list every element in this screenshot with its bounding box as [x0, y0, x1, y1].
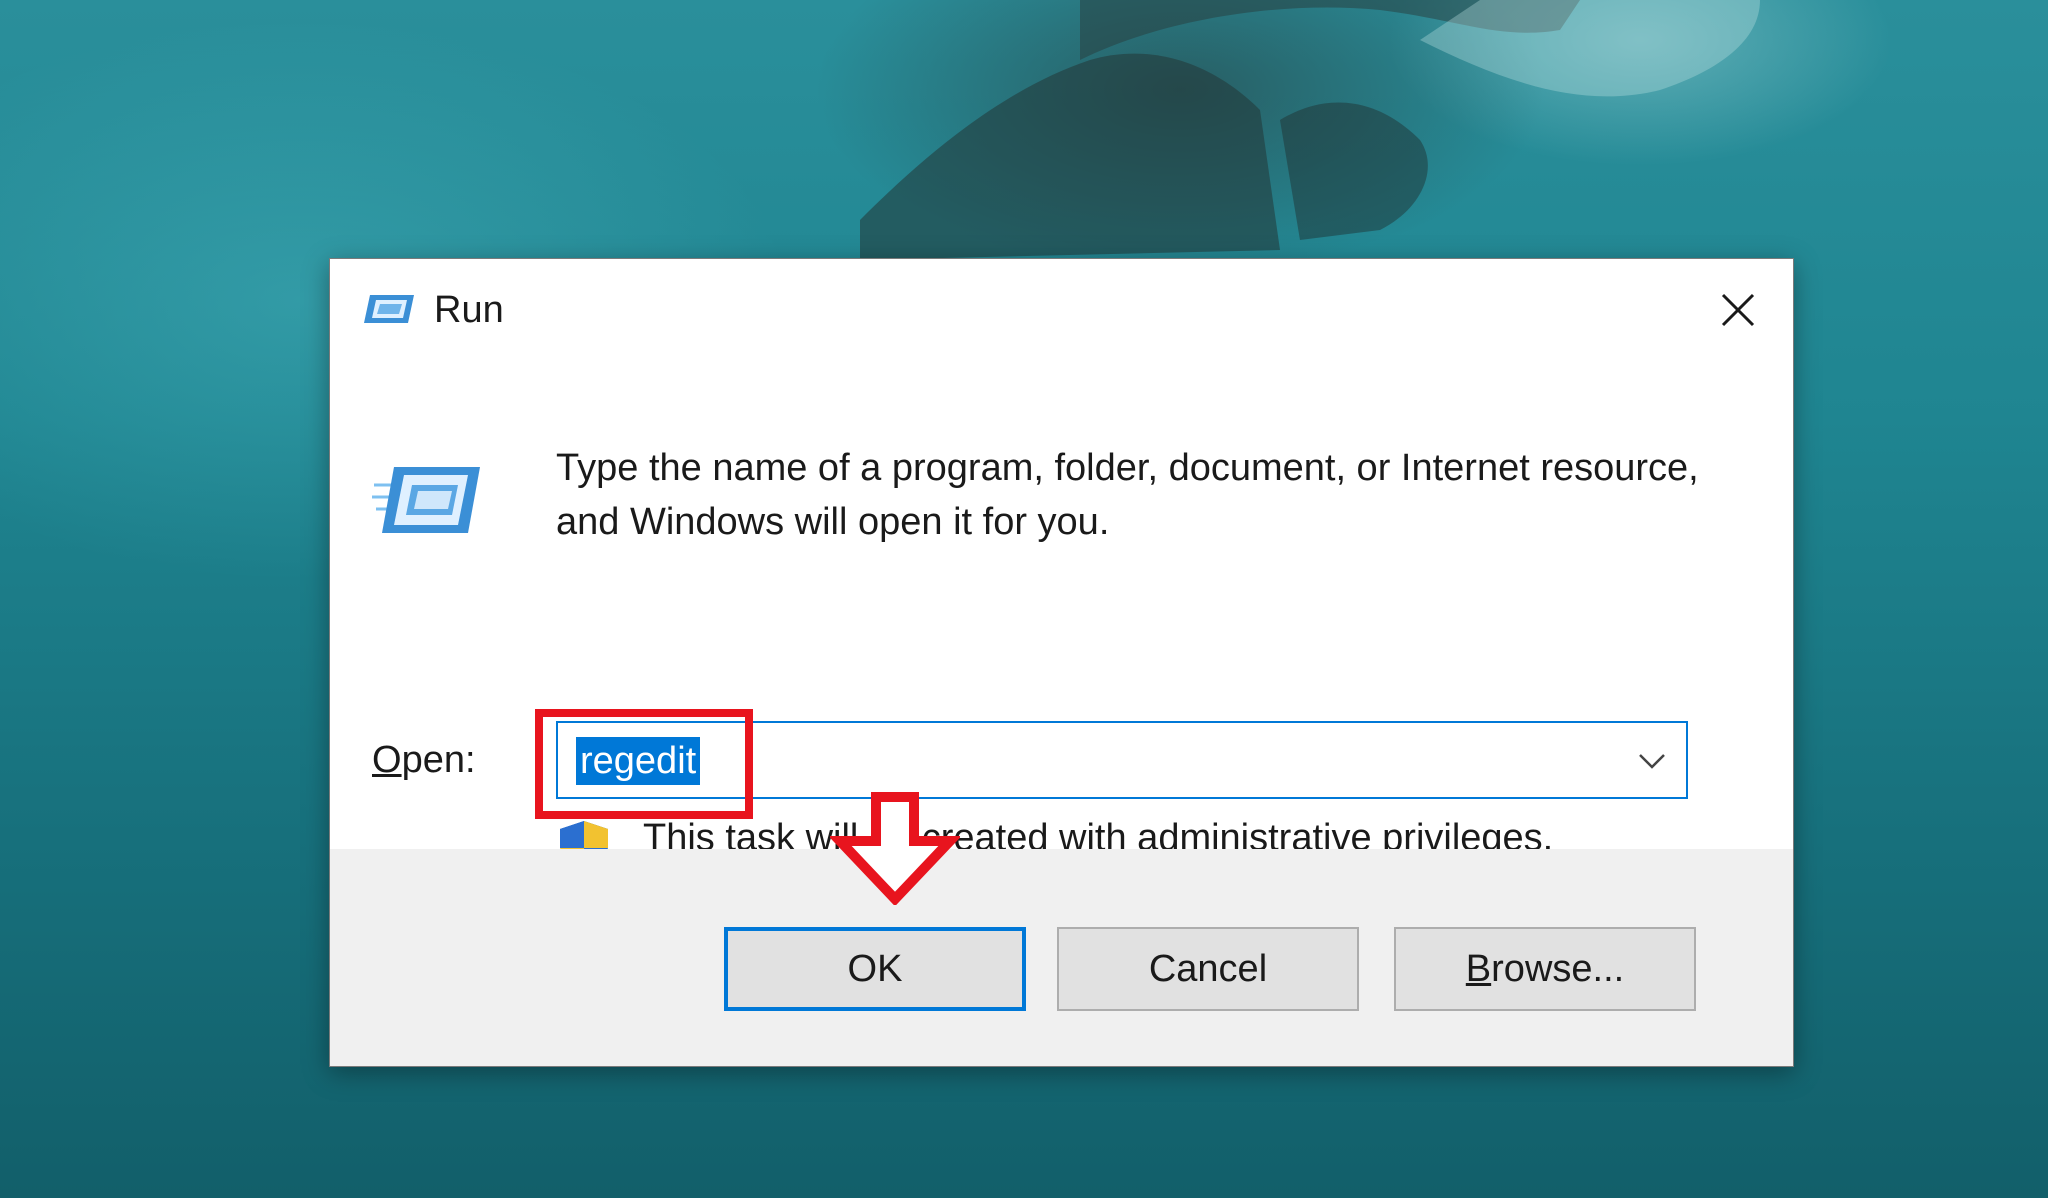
cancel-button[interactable]: Cancel [1057, 927, 1359, 1011]
open-label-mnemonic: O [372, 739, 402, 781]
run-dialog: Run Type the name of a program, folder, … [329, 258, 1794, 1067]
swimmer-image [860, 0, 1760, 260]
browse-mnemonic: B [1465, 947, 1492, 990]
browse-label-rest: rowse... [1491, 947, 1625, 990]
dialog-description: Type the name of a program, folder, docu… [556, 447, 1699, 543]
title-bar: Run [330, 259, 1793, 369]
browse-button[interactable]: Browse... [1394, 927, 1696, 1011]
button-bar: OK Cancel Browse... [330, 849, 1793, 1066]
ok-button[interactable]: OK [724, 927, 1026, 1011]
close-icon [1721, 293, 1755, 327]
run-icon [364, 295, 414, 323]
dialog-content: Type the name of a program, folder, docu… [330, 369, 1793, 875]
red-down-arrow-icon [830, 792, 960, 905]
open-label: Open: [372, 739, 476, 782]
chevron-down-icon [1639, 754, 1665, 769]
close-button[interactable] [1703, 279, 1773, 341]
dropdown-button[interactable] [1632, 743, 1672, 779]
open-input[interactable]: regedit [576, 737, 701, 785]
dialog-title: Run [434, 289, 504, 331]
run-program-icon [372, 467, 480, 533]
open-combobox[interactable]: regedit [556, 721, 1688, 799]
open-label-rest: pen: [401, 739, 476, 781]
